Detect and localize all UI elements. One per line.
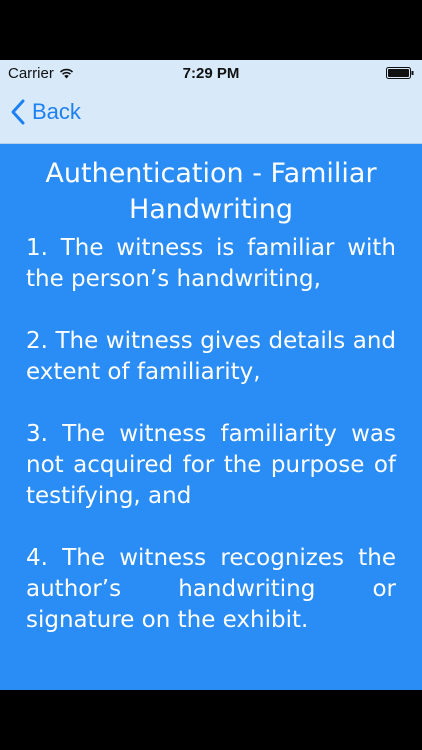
requirement-item-4: 4. The witness recognizes the author’s h…	[26, 545, 396, 633]
back-label: Back	[32, 99, 81, 124]
bottom-letterbox	[0, 690, 422, 750]
status-bar: Carrier 7:29 PM	[0, 60, 422, 86]
back-button[interactable]: Back	[10, 98, 81, 126]
chevron-left-icon	[11, 99, 25, 125]
page-title: Authentication - Familiar Handwriting	[22, 156, 400, 228]
page-title-line-1: Authentication - Familiar	[45, 158, 377, 189]
navigation-bar: Back	[0, 86, 422, 144]
page-title-line-2: Handwriting	[128, 194, 294, 225]
requirement-item-3: 3. The witness familiarity was not acqui…	[26, 421, 396, 509]
content-area: Authentication - Familiar Handwriting 1.…	[0, 144, 422, 636]
battery-icon	[386, 67, 414, 79]
status-time: 7:29 PM	[182, 65, 240, 82]
requirement-item-2: 2. The witness gives details and extent …	[26, 328, 396, 385]
requirement-item-1: 1. The witness is familiar with the pers…	[26, 235, 396, 292]
device-screen: Carrier 7:29 PM Back Authentication - Fa…	[0, 60, 422, 690]
top-letterbox	[0, 0, 422, 60]
